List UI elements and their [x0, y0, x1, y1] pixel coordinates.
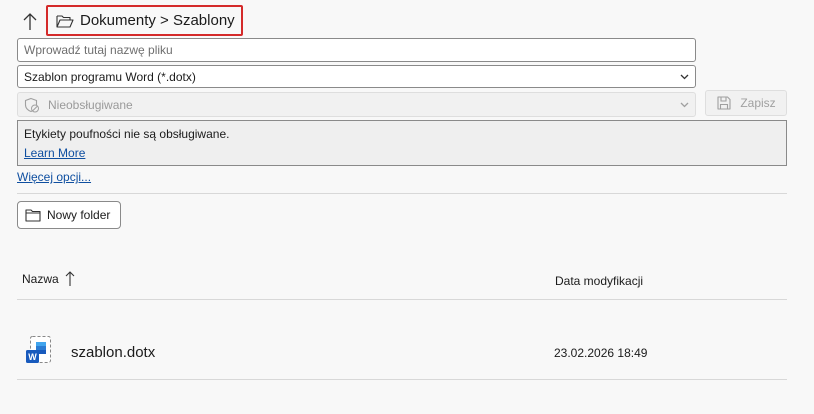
- chevron-down-icon: [680, 74, 689, 79]
- file-date: 23.02.2026 18:49: [554, 346, 648, 360]
- filename-field[interactable]: [17, 38, 696, 62]
- sensitivity-value: Nieobsługiwane: [48, 97, 133, 112]
- breadcrumb[interactable]: Dokumenty > Szablony: [46, 5, 243, 36]
- up-folder-button[interactable]: [19, 10, 41, 34]
- divider: [17, 299, 787, 300]
- svg-text:W: W: [28, 352, 37, 362]
- word-template-icon: W: [25, 336, 53, 368]
- save-button[interactable]: Zapisz: [705, 90, 787, 116]
- file-name: szablon.dotx: [71, 344, 156, 361]
- more-options-link[interactable]: Więcej opcji...: [17, 170, 91, 184]
- sensitivity-select[interactable]: Nieobsługiwane: [17, 92, 696, 117]
- column-header-date[interactable]: Data modyfikacji: [555, 274, 643, 288]
- new-folder-button[interactable]: Nowy folder: [17, 201, 121, 229]
- divider: [17, 193, 787, 194]
- divider: [17, 379, 787, 380]
- sort-ascending-icon: [65, 271, 75, 286]
- filetype-select[interactable]: Szablon programu Word (*.dotx): [17, 65, 696, 88]
- save-label: Zapisz: [740, 96, 776, 110]
- shield-disabled-icon: [24, 97, 39, 112]
- info-panel: Etykiety poufności nie są obsługiwane. L…: [17, 120, 787, 166]
- filetype-value: Szablon programu Word (*.dotx): [24, 69, 196, 84]
- chevron-down-icon: [680, 102, 689, 107]
- learn-more-link[interactable]: Learn More: [24, 146, 780, 160]
- column-name-label: Nazwa: [22, 272, 59, 286]
- filename-input[interactable]: [24, 39, 689, 61]
- arrow-up-icon: [23, 13, 37, 30]
- new-folder-label: Nowy folder: [47, 208, 111, 222]
- folder-open-icon: [56, 14, 74, 28]
- breadcrumb-path: Dokumenty > Szablony: [80, 12, 235, 29]
- info-text: Etykiety poufności nie są obsługiwane.: [24, 127, 230, 141]
- folder-icon: [25, 209, 41, 222]
- column-header-name[interactable]: Nazwa: [22, 271, 75, 287]
- save-icon: [717, 96, 731, 110]
